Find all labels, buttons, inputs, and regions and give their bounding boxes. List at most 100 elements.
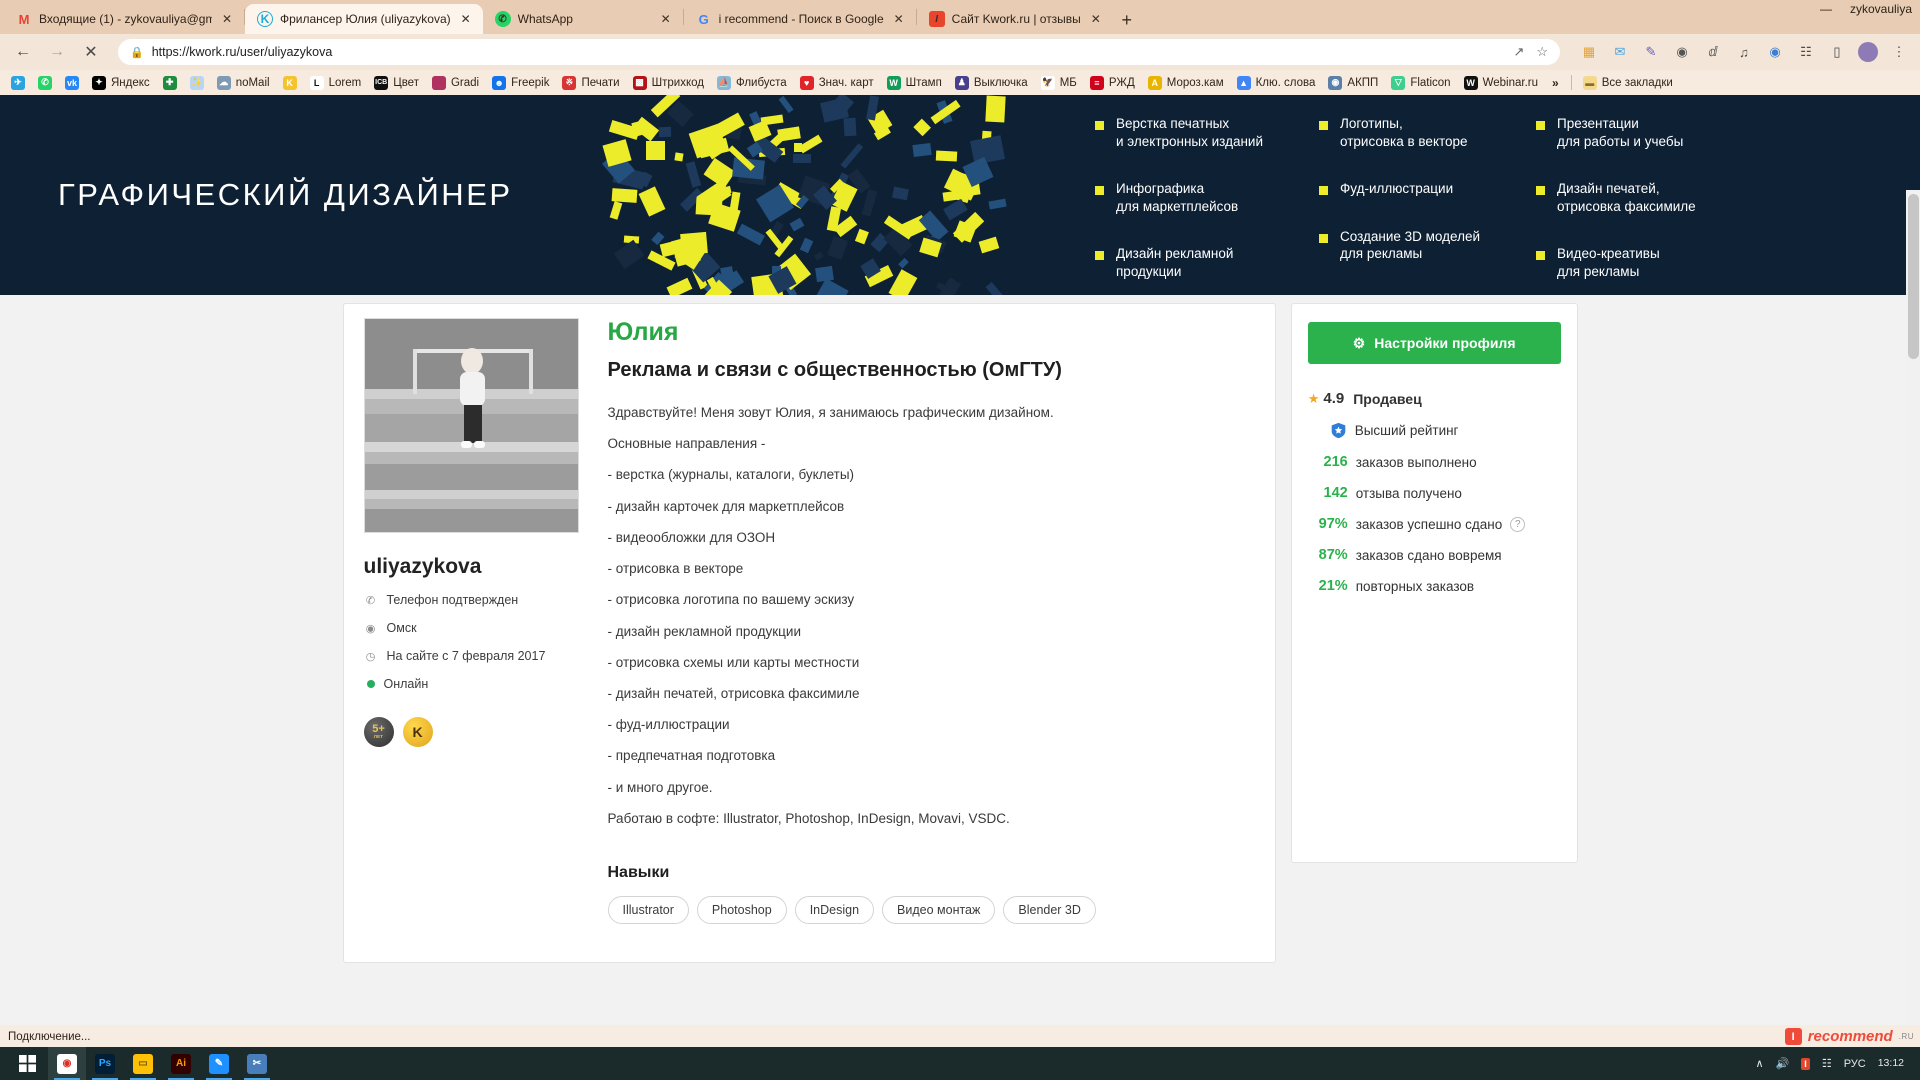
bookmark-item-6[interactable]: ☁ noMail (212, 74, 275, 92)
bookmark-item-19[interactable]: ≡ РЖД (1085, 74, 1140, 92)
browser-tab-2[interactable]: ✆ WhatsApp ✕ (483, 4, 683, 34)
explorer-icon[interactable]: ▭ (124, 1047, 162, 1080)
bookmark-item-17[interactable]: ♟ Выключка (950, 74, 1033, 92)
stop-button[interactable]: ✕ (78, 39, 104, 65)
bookmark-item-8[interactable]: L Lorem (305, 74, 367, 92)
bookmark-item-4[interactable]: ✚ (158, 74, 182, 92)
bookmark-item-9[interactable]: ICB Цвет (369, 74, 424, 92)
bookmark-item-18[interactable]: 🦅 МБ (1036, 74, 1082, 92)
address-bar[interactable]: 🔒 https://kwork.ru/user/uliyazykova ↗ ☆ (118, 39, 1560, 65)
tab-close-button[interactable]: ✕ (219, 11, 235, 27)
sidepanel-icon[interactable]: ▯ (1826, 41, 1848, 63)
target-icon[interactable]: ◉ (1671, 41, 1693, 63)
pen-icon[interactable]: ✎ (1640, 41, 1662, 63)
bookmark-item-10[interactable]: Gradi (427, 74, 484, 92)
snip-icon[interactable]: ✂ (238, 1047, 276, 1080)
bookmark-item-5[interactable]: ✨ (185, 74, 209, 92)
bookmark-item-1[interactable]: ✆ (33, 74, 57, 92)
profile-photo[interactable] (363, 318, 579, 533)
photoshop-icon[interactable]: Ps (86, 1047, 124, 1080)
scrollbar-thumb-vertical[interactable] (1908, 194, 1919, 359)
profile-description-line: Работаю в софте: Illustrator, Photoshop,… (607, 810, 1010, 826)
browser-tab-0[interactable]: M Входящие (1) - zykovauliya@gm ✕ (4, 4, 244, 34)
skill-tag[interactable]: Illustrator (607, 896, 689, 925)
bookmark-item-11[interactable]: ☻ Freepik (487, 74, 554, 92)
skill-tag[interactable]: Видео монтаж (882, 896, 996, 925)
back-button[interactable]: ← (10, 39, 36, 65)
kwork-badge[interactable]: K (402, 717, 433, 747)
windows-icon[interactable] (6, 1047, 48, 1080)
music-icon[interactable]: ♫ (1733, 41, 1755, 63)
bookmark-item-23[interactable]: ▽ Flaticon (1386, 74, 1455, 92)
banner-art-tile (666, 277, 694, 295)
gmail-icon: M (18, 11, 30, 27)
volume-icon[interactable]: 🔊 (1776, 1057, 1790, 1070)
illustrator-icon-glyph: Ai (171, 1053, 191, 1074)
bookmark-item-21[interactable]: ▲ Клю. слова (1232, 74, 1321, 92)
tray-chevron-icon[interactable]: ∧ (1756, 1057, 1764, 1070)
banner-art-tile (913, 118, 931, 136)
explorer-icon-glyph: ▭ (133, 1053, 153, 1074)
bookmark-item-7[interactable]: K (278, 74, 302, 92)
menu-icon[interactable]: ⋮ (1888, 41, 1910, 63)
skill-tag[interactable]: Photoshop (696, 896, 787, 925)
skill-tag[interactable]: Blender 3D (1003, 896, 1096, 925)
profile-description-line: - отрисовка логотипа по вашему эскизу (607, 592, 855, 608)
bookmark-item-13[interactable]: ▩ Штрихкод (628, 74, 709, 92)
five-plus-years-badge[interactable]: 5+ ЛЕТ (363, 717, 394, 747)
profile-settings-button[interactable]: ⚙ Настройки профиля (1307, 322, 1561, 364)
banner-art-tile (793, 153, 812, 164)
bookmark-item-16[interactable]: W Штамп (882, 74, 947, 92)
bookmark-item-24[interactable]: W Webinar.ru (1459, 74, 1543, 92)
bookmark-item-12[interactable]: ※ Печати (557, 74, 624, 92)
bookmarks-overflow-button[interactable]: » (1546, 76, 1565, 90)
browser-tab-1[interactable]: K Фрилансер Юлия (uliyazykova) ✕ (245, 4, 483, 34)
tab-close-button[interactable]: ✕ (891, 11, 907, 27)
profile-settings-label: Настройки профиля (1374, 335, 1516, 351)
translate-icon[interactable]: ⅆ (1702, 41, 1724, 63)
envelope-icon[interactable]: ✉ (1609, 41, 1631, 63)
illustrator-icon[interactable]: Ai (162, 1047, 200, 1080)
star-icon[interactable]: ☆ (1536, 44, 1548, 60)
chrome-icon[interactable]: ◉ (48, 1047, 86, 1080)
tray-clock[interactable]: 13:12 (1878, 1057, 1904, 1070)
page-scrollbar-vertical[interactable] (1906, 190, 1920, 1025)
tab-close-button[interactable]: ✕ (1088, 11, 1104, 27)
irecommend-icon: I (928, 11, 945, 27)
network-icon[interactable]: ☷ (1822, 1057, 1832, 1070)
bookmark-item-15[interactable]: ♥ Знач. карт (795, 74, 879, 92)
bookmark-item-0[interactable]: ✈ (6, 74, 30, 92)
help-icon[interactable]: ? (1510, 516, 1526, 532)
address-bar-url[interactable]: https://kwork.ru/user/uliyazykova (152, 45, 1506, 59)
paint-icon[interactable]: ✎ (200, 1047, 238, 1080)
banner-art-tile (609, 201, 623, 220)
bookmark-item-2[interactable]: vk (60, 74, 84, 92)
puzzle-icon[interactable]: ☷ (1795, 41, 1817, 63)
share-icon[interactable]: ↗ (1513, 44, 1524, 60)
tray-language[interactable]: РУС (1844, 1058, 1866, 1070)
bookmark-label: Мороз.кам (1166, 76, 1224, 89)
wallet-icon[interactable]: ▦ (1578, 41, 1600, 63)
shield-icon[interactable]: ◉ (1764, 41, 1786, 63)
browser-tab-4[interactable]: I Сайт Kwork.ru | отзывы ✕ (917, 4, 1113, 34)
new-tab-button[interactable]: + (1113, 6, 1141, 34)
tab-close-button[interactable]: ✕ (458, 11, 474, 27)
skill-tag[interactable]: InDesign (794, 896, 875, 925)
profile-description-line: - отрисовка в векторе (607, 561, 744, 577)
browser-tab-3[interactable]: G i recommend - Поиск в Google ✕ (684, 4, 916, 34)
watermark-suffix: .RU (1898, 1032, 1914, 1041)
minimize-button[interactable]: — (1820, 2, 1832, 16)
profile-avatar[interactable] (1857, 41, 1879, 63)
profile-description-line: - и много другое. (607, 779, 713, 795)
barcode-icon: ▩ (632, 75, 647, 90)
bookmark-item-3[interactable]: ✦ Яндекс (87, 74, 155, 92)
bookmark-item-20[interactable]: A Мороз.кам (1143, 74, 1229, 92)
tab-close-button[interactable]: ✕ (658, 11, 674, 27)
irecommend-tray-badge[interactable]: I (1801, 1057, 1810, 1070)
forward-button[interactable]: → (44, 39, 70, 65)
all-bookmarks-button[interactable]: ▬ Все закладки (1578, 74, 1678, 92)
profile-description-line: - дизайн рекламной продукции (607, 623, 801, 639)
bookmark-item-14[interactable]: ⛵ Флибуста (712, 74, 792, 92)
bookmark-item-22[interactable]: ◉ АКПП (1323, 74, 1383, 92)
banner-service-item: Верстка печатных и электронных изданий (1095, 115, 1263, 150)
